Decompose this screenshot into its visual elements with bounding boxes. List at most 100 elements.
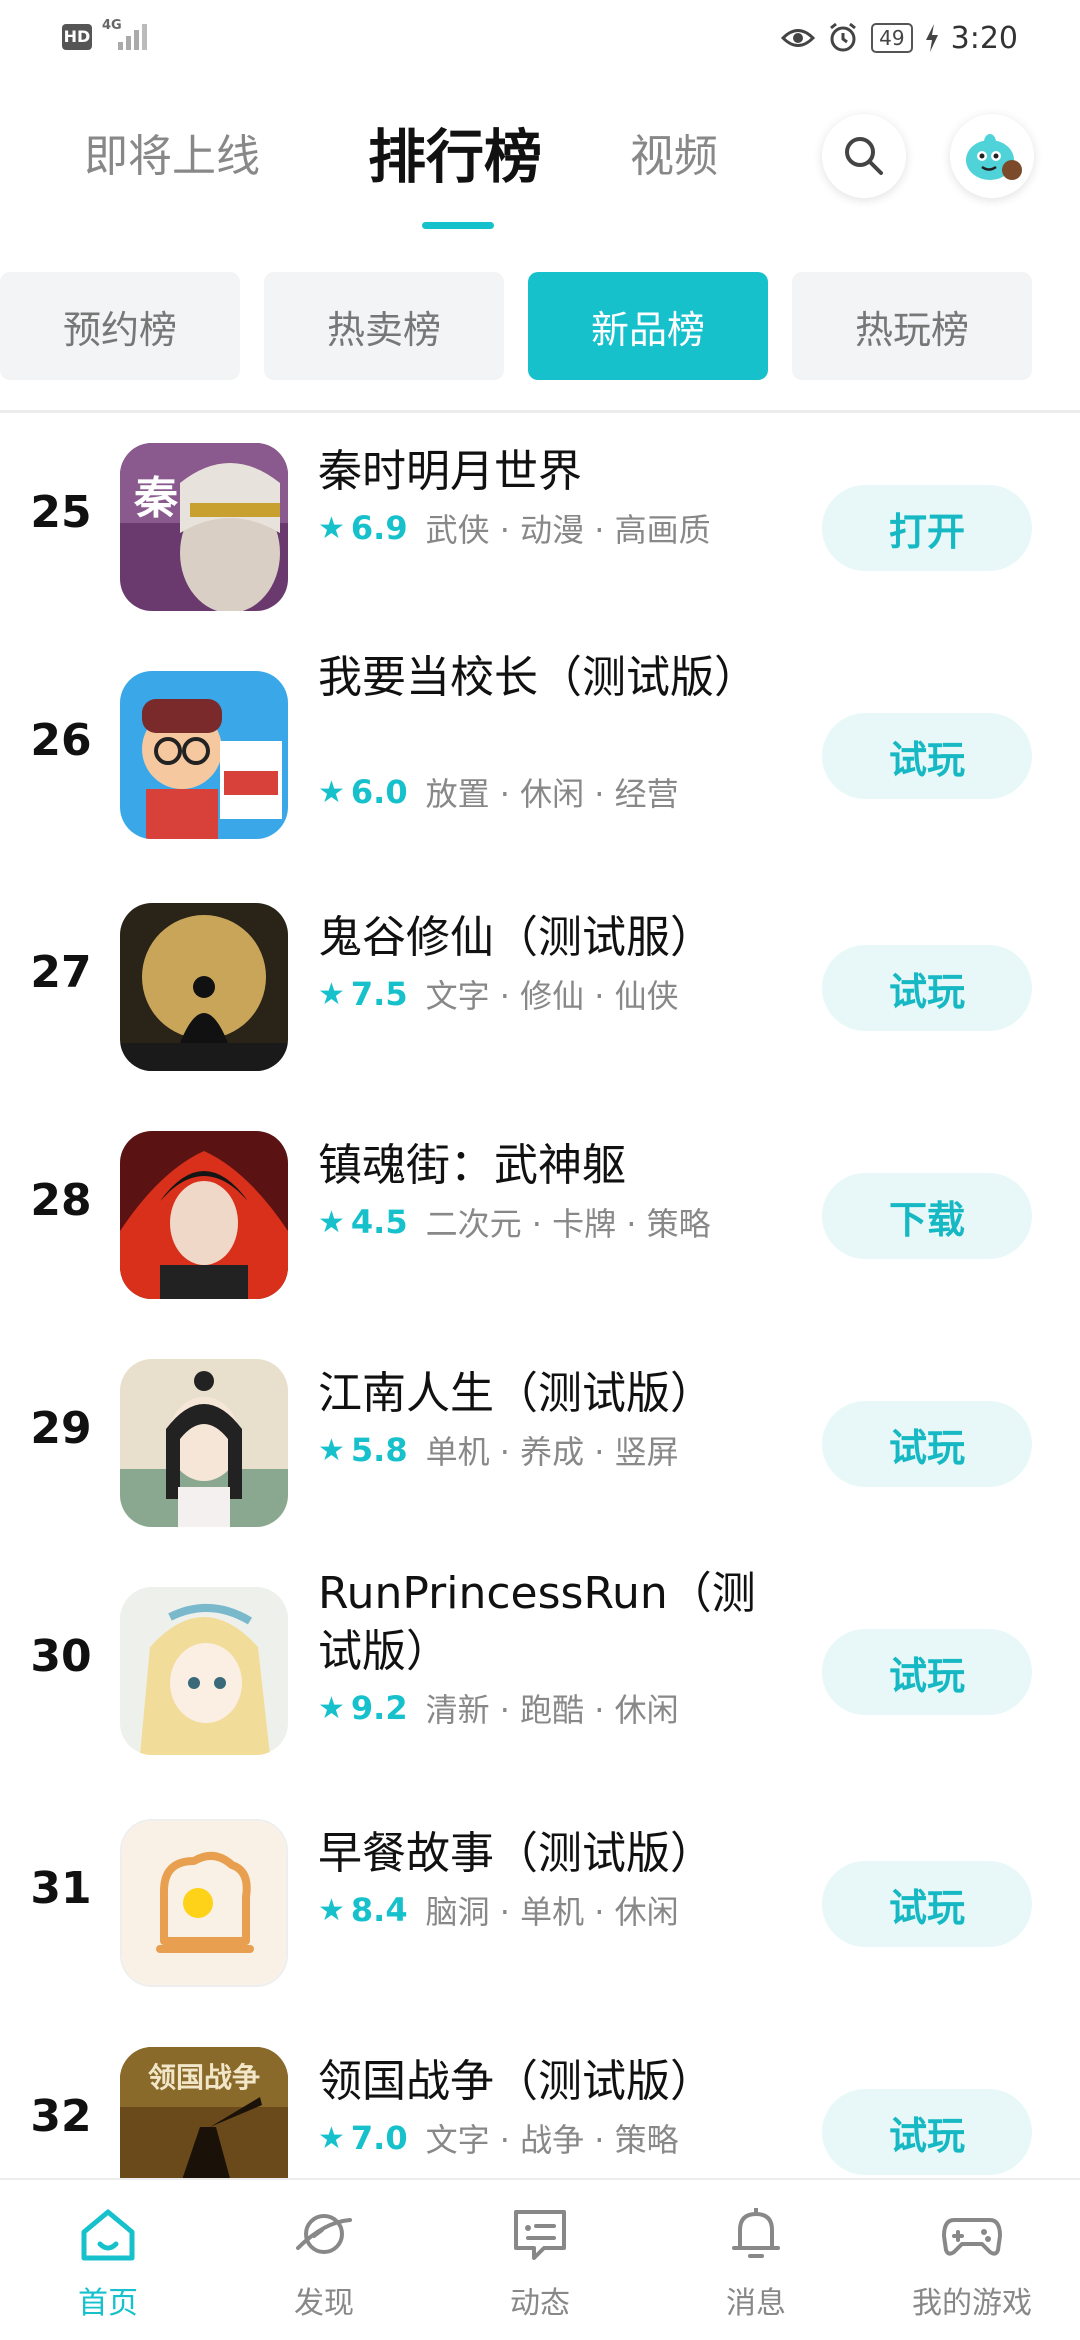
tab-upcoming[interactable]: 即将上线 — [84, 120, 260, 184]
star-icon: ★ — [318, 1690, 345, 1726]
chip-best-selling[interactable]: 热卖榜 — [264, 272, 504, 380]
tab-video[interactable]: 视频 — [630, 120, 718, 184]
game-list[interactable]: 25 秦 秦时明月世界 ★ 6.9 武侠 · 动漫 · 高画质 打开 26 我要… — [0, 413, 1080, 2178]
game-title[interactable]: 江南人生（测试版） — [318, 1365, 788, 1423]
nav-label: 我的游戏 — [912, 2286, 1032, 2321]
star-icon: ★ — [318, 1892, 345, 1928]
bottom-nav: 首页 发现 动态 消息 我的游戏 — [0, 2178, 1080, 2340]
game-score: 7.5 — [350, 975, 408, 1013]
avatar[interactable] — [950, 114, 1034, 198]
game-score: 5.8 — [350, 1431, 408, 1469]
rank-number: 26 — [30, 715, 92, 766]
active-tab-indicator — [422, 222, 494, 229]
try-button[interactable]: 试玩 — [822, 2089, 1032, 2175]
game-tags: 清新 · 跑酷 · 休闲 — [425, 1691, 679, 1729]
game-icon[interactable] — [120, 671, 288, 839]
gamepad-icon — [942, 2218, 1002, 2256]
game-title[interactable]: 鬼谷修仙（测试服） — [318, 909, 788, 967]
game-tags: 武侠 · 动漫 · 高画质 — [425, 511, 711, 549]
list-item[interactable]: 31 早餐故事（测试版） ★ 8.4 脑洞 · 单机 · 休闲 试玩 — [0, 1799, 1080, 2027]
game-icon[interactable]: 秦 — [120, 443, 288, 611]
status-bar: HD 4G 49 3:20 — [0, 0, 1080, 74]
star-icon: ★ — [318, 510, 345, 546]
list-item[interactable]: 26 我要当校长（测试版） ★ 6.0 放置 · 休闲 · 经营 试玩 — [0, 651, 1080, 879]
charging-icon — [925, 24, 938, 52]
game-score: 6.9 — [350, 509, 408, 547]
nav-feed[interactable]: 动态 — [432, 2180, 648, 2340]
icon-text: 领国战争 — [148, 2061, 260, 2094]
try-button[interactable]: 试玩 — [822, 1861, 1032, 1947]
list-item[interactable]: 28 镇魂街：武神躯 ★ 4.5 二次元 · 卡牌 · 策略 下载 — [0, 1111, 1080, 1339]
game-icon[interactable] — [120, 1359, 288, 1527]
rank-number: 25 — [30, 487, 92, 538]
top-tabs: 即将上线 排行榜 视频 — [0, 110, 1080, 240]
nav-label: 消息 — [726, 2286, 786, 2321]
game-score: 8.4 — [350, 1891, 408, 1929]
rank-number: 27 — [30, 947, 92, 998]
rank-number: 32 — [30, 2091, 92, 2142]
ranking-category-chips: 预约榜 热卖榜 新品榜 热玩榜 — [0, 272, 1080, 382]
game-title[interactable]: 我要当校长（测试版） — [318, 649, 788, 707]
star-icon: ★ — [318, 976, 345, 1012]
game-meta: ★ 6.9 武侠 · 动漫 · 高画质 — [318, 505, 711, 551]
clock-time: 3:20 — [950, 20, 1018, 56]
signal-icon — [118, 24, 147, 50]
game-score: 9.2 — [350, 1689, 408, 1727]
game-score: 7.0 — [350, 2119, 408, 2157]
game-meta: ★ 5.8 单机 · 养成 · 竖屏 — [318, 1427, 679, 1473]
game-tags: 放置 · 休闲 · 经营 — [425, 775, 679, 813]
game-title[interactable]: 秦时明月世界 — [318, 443, 788, 501]
chip-hot-play[interactable]: 热玩榜 — [792, 272, 1032, 380]
game-tags: 二次元 · 卡牌 · 策略 — [425, 1205, 711, 1243]
nav-label: 发现 — [294, 2286, 354, 2321]
nav-home[interactable]: 首页 — [0, 2180, 216, 2340]
game-icon[interactable]: 领国战争 — [120, 2047, 288, 2178]
game-tags: 脑洞 · 单机 · 休闲 — [425, 1893, 679, 1931]
try-button[interactable]: 试玩 — [822, 1629, 1032, 1715]
try-button[interactable]: 试玩 — [822, 1401, 1032, 1487]
list-item[interactable]: 27 鬼谷修仙（测试服） ★ 7.5 文字 · 修仙 · 仙侠 试玩 — [0, 883, 1080, 1111]
hd-indicator: HD — [62, 24, 92, 50]
svg-text:秦: 秦 — [133, 473, 179, 524]
game-icon[interactable] — [120, 903, 288, 1071]
game-tags: 单机 · 养成 · 竖屏 — [425, 1433, 679, 1471]
list-item[interactable]: 29 江南人生（测试版） ★ 5.8 单机 · 养成 · 竖屏 试玩 — [0, 1339, 1080, 1567]
game-icon[interactable] — [120, 1587, 288, 1755]
game-score: 6.0 — [350, 773, 408, 811]
game-title[interactable]: 早餐故事（测试版） — [318, 1825, 788, 1883]
game-meta: ★ 7.5 文字 · 修仙 · 仙侠 — [318, 971, 679, 1017]
game-icon[interactable] — [120, 1131, 288, 1299]
star-icon: ★ — [318, 2120, 345, 2156]
rank-number: 30 — [30, 1631, 92, 1682]
home-icon — [81, 2209, 135, 2261]
chip-reservation[interactable]: 预约榜 — [0, 272, 240, 380]
nav-label: 动态 — [510, 2286, 570, 2321]
game-icon[interactable] — [120, 1819, 288, 1987]
game-title[interactable]: RunPrincessRun（测试版） — [318, 1565, 788, 1681]
game-title[interactable]: 领国战争（测试版） — [318, 2053, 788, 2111]
game-title[interactable]: 镇魂街：武神躯 — [318, 1137, 788, 1195]
nav-messages[interactable]: 消息 — [648, 2180, 864, 2340]
star-icon: ★ — [318, 774, 345, 810]
open-button[interactable]: 打开 — [822, 485, 1032, 571]
nav-discover[interactable]: 发现 — [216, 2180, 432, 2340]
list-item[interactable]: 25 秦 秦时明月世界 ★ 6.9 武侠 · 动漫 · 高画质 打开 — [0, 423, 1080, 651]
try-button[interactable]: 试玩 — [822, 945, 1032, 1031]
nav-label: 首页 — [78, 2286, 138, 2321]
list-item[interactable]: 30 RunPrincessRun（测试版） ★ 9.2 清新 · 跑酷 · 休… — [0, 1567, 1080, 1795]
list-item[interactable]: 32 领国战争 领国战争（测试版） ★ 7.0 文字 · 战争 · 策略 试玩 — [0, 2027, 1080, 2178]
rank-number: 28 — [30, 1175, 92, 1226]
nav-my-games[interactable]: 我的游戏 — [864, 2180, 1080, 2340]
game-meta: ★ 9.2 清新 · 跑酷 · 休闲 — [318, 1685, 679, 1731]
try-button[interactable]: 试玩 — [822, 713, 1032, 799]
star-icon: ★ — [318, 1204, 345, 1240]
search-button[interactable] — [822, 114, 906, 198]
chip-new[interactable]: 新品榜 — [528, 272, 768, 380]
mascot-avatar-icon — [966, 134, 1022, 180]
download-button[interactable]: 下载 — [822, 1173, 1032, 1259]
battery-icon: 49 — [871, 23, 913, 53]
message-icon — [514, 2210, 566, 2260]
rank-number: 29 — [30, 1403, 92, 1454]
search-icon — [845, 137, 883, 175]
tab-ranking[interactable]: 排行榜 — [368, 110, 542, 194]
